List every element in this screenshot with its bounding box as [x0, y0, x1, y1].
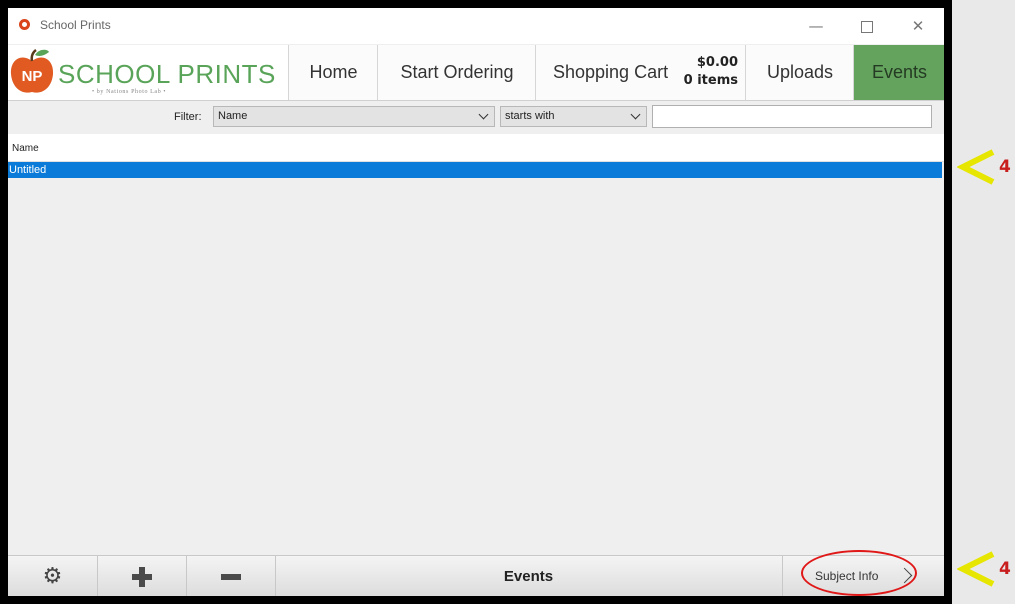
maximize-icon	[861, 20, 873, 33]
tab-shopping-cart[interactable]: Shopping Cart $0.00 0 items	[535, 45, 746, 100]
list-item-name: Untitled	[9, 164, 47, 176]
events-list[interactable]: Name Untitled	[8, 134, 944, 554]
school-prints-logo[interactable]: NP SCHOOL PRINTS • by Nations Photo Lab …	[8, 47, 288, 99]
plus-icon	[131, 566, 152, 587]
cart-summary: $0.00 0 items	[684, 54, 738, 90]
minimize-button[interactable]: —	[801, 14, 831, 38]
logo-subtitle: • by Nations Photo Lab •	[92, 89, 167, 95]
cart-total: $0.00	[696, 55, 738, 70]
logo-text: SCHOOL PRINTS	[58, 59, 276, 89]
column-header-name[interactable]: Name	[12, 143, 39, 154]
annotation-marker-row: 4	[957, 148, 1011, 186]
annotation-number: 4	[999, 157, 1011, 177]
tab-uploads[interactable]: Uploads	[745, 45, 854, 100]
subject-info-button[interactable]: Subject Info	[782, 550, 944, 596]
apple-logo-icon: NP	[10, 48, 54, 93]
filter-text-input[interactable]	[652, 105, 932, 128]
app-window: School Prints — ✕ NP SCHOOL PRINTS • by …	[8, 8, 944, 596]
filter-operator-value: starts with	[505, 110, 555, 122]
filter-label: Filter:	[174, 111, 202, 123]
close-button[interactable]: ✕	[903, 14, 933, 38]
filter-operator-select[interactable]: starts with	[500, 106, 647, 127]
title-bar: School Prints — ✕	[8, 8, 944, 44]
annotation-number: 4	[999, 559, 1011, 579]
svg-text:NP: NP	[22, 68, 43, 85]
nav-bar: NP SCHOOL PRINTS • by Nations Photo Lab …	[8, 45, 944, 101]
section-title: Events	[503, 568, 554, 585]
filter-field-select[interactable]: Name	[213, 106, 495, 127]
shopping-cart-label: Shopping Cart	[553, 62, 669, 82]
screenshot-frame: School Prints — ✕ NP SCHOOL PRINTS • by …	[0, 0, 952, 604]
yellow-arrow-icon	[957, 551, 995, 587]
highlight-ellipse	[801, 550, 917, 596]
list-item[interactable]: Untitled	[8, 162, 942, 178]
yellow-arrow-icon	[957, 149, 995, 185]
filter-field-value: Name	[218, 110, 248, 122]
tab-events[interactable]: Events	[853, 45, 944, 100]
tab-start-ordering[interactable]: Start Ordering	[377, 45, 536, 100]
chevron-down-icon	[478, 109, 489, 120]
window-title: School Prints	[40, 18, 111, 32]
annotation-marker-toolbar: 4	[957, 550, 1011, 588]
chevron-down-icon	[630, 109, 641, 120]
list-header: Name	[8, 134, 944, 162]
maximize-button[interactable]	[852, 14, 882, 38]
minus-icon	[220, 573, 241, 580]
add-event-button[interactable]	[97, 556, 187, 596]
filter-bar: Filter: Name starts with	[8, 101, 944, 133]
remove-event-button[interactable]	[186, 556, 276, 596]
settings-button[interactable]: ⚙	[8, 556, 98, 596]
gear-icon: ⚙	[42, 564, 63, 589]
bottom-toolbar: ⚙ Events Subject Info	[8, 550, 944, 596]
cart-item-count: 0 items	[683, 73, 738, 88]
app-apple-icon	[19, 19, 30, 30]
tab-home[interactable]: Home	[288, 45, 378, 100]
